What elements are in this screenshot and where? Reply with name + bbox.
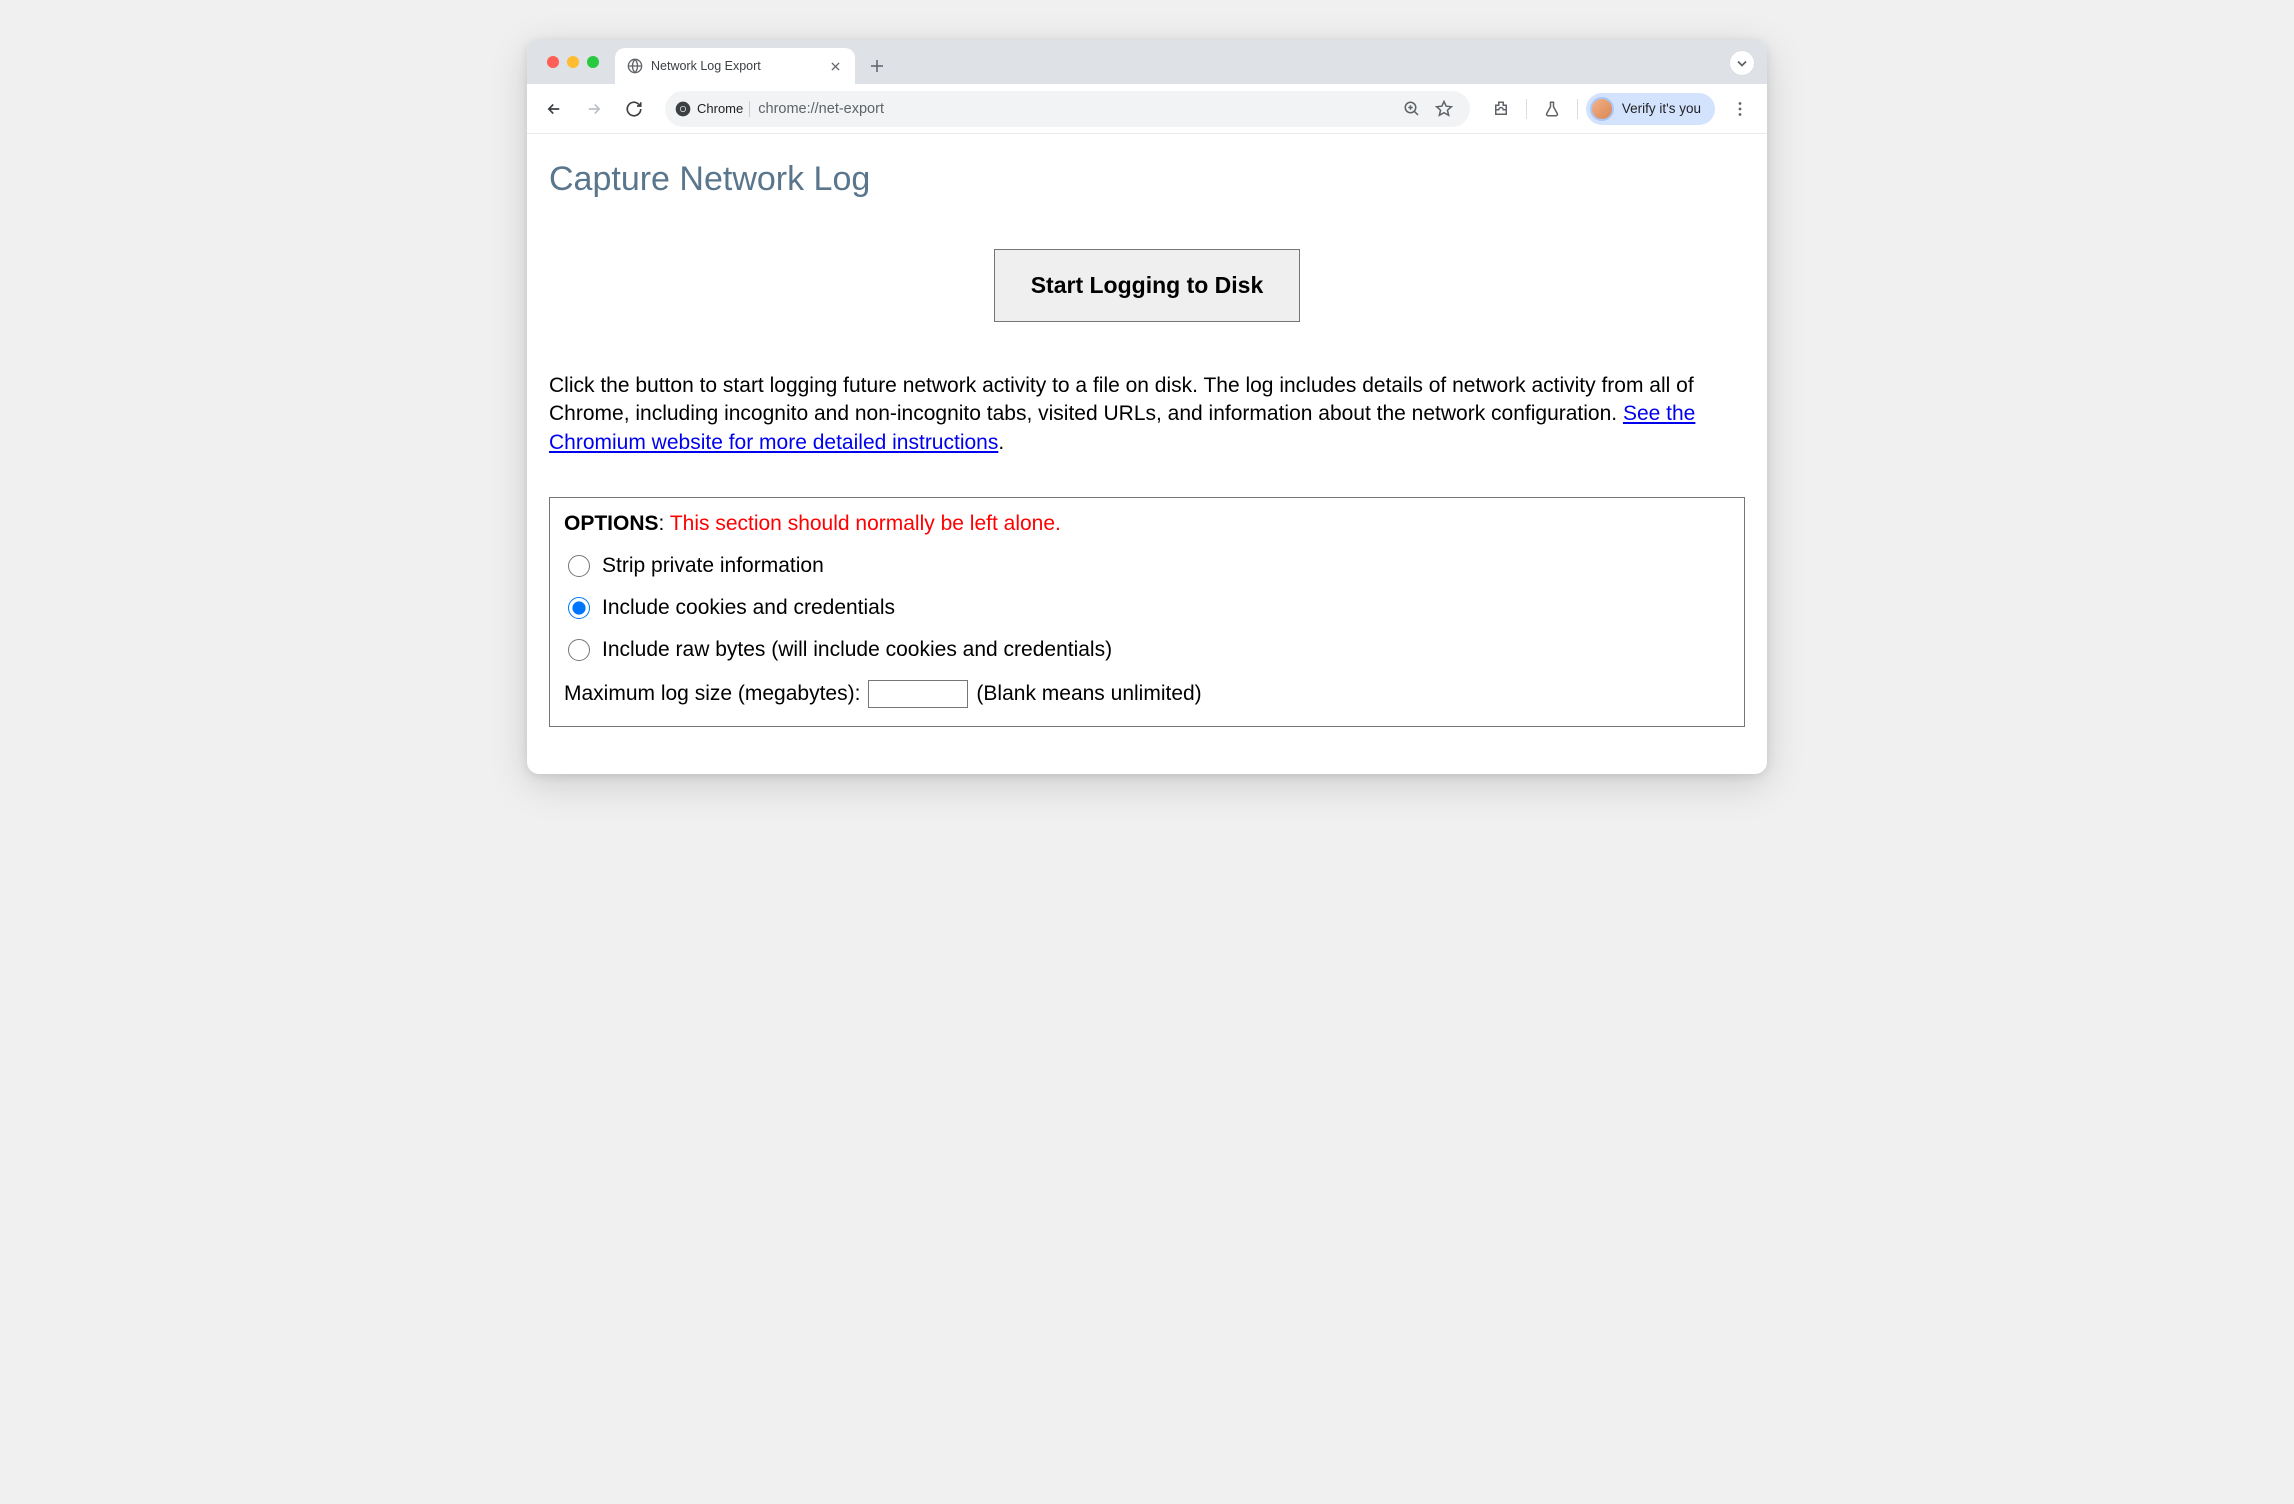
page-title: Capture Network Log xyxy=(549,160,1745,199)
menu-button[interactable] xyxy=(1723,92,1757,126)
chrome-icon xyxy=(675,101,691,117)
page-content: Capture Network Log Start Logging to Dis… xyxy=(527,134,1767,774)
tabs-dropdown-button[interactable] xyxy=(1729,50,1755,76)
radio-label: Include cookies and credentials xyxy=(602,596,895,620)
radio-input-include-raw-bytes[interactable] xyxy=(568,639,590,661)
profile-verify-chip[interactable]: Verify it's you xyxy=(1586,93,1715,125)
max-size-label: Maximum log size (megabytes): xyxy=(564,682,860,706)
max-size-hint: (Blank means unlimited) xyxy=(976,682,1201,706)
avatar xyxy=(1590,97,1614,121)
radio-label: Strip private information xyxy=(602,554,824,578)
reload-button[interactable] xyxy=(617,92,651,126)
max-log-size-row: Maximum log size (megabytes): (Blank mea… xyxy=(564,680,1730,708)
options-header: OPTIONS: This section should normally be… xyxy=(564,512,1730,536)
radio-include-raw-bytes[interactable]: Include raw bytes (will include cookies … xyxy=(564,638,1730,662)
globe-icon xyxy=(627,58,643,74)
options-label: OPTIONS xyxy=(564,512,659,535)
browser-tab[interactable]: Network Log Export xyxy=(615,48,855,84)
description-text: Click the button to start logging future… xyxy=(549,372,1745,457)
verify-label: Verify it's you xyxy=(1622,101,1701,116)
toolbar-divider xyxy=(1526,99,1527,119)
url-text: chrome://net-export xyxy=(758,101,1390,117)
options-warning: This section should normally be left alo… xyxy=(670,512,1061,535)
radio-input-strip-private[interactable] xyxy=(568,555,590,577)
tab-bar: Network Log Export xyxy=(527,40,1767,84)
back-button[interactable] xyxy=(537,92,571,126)
maximize-window-button[interactable] xyxy=(587,56,599,68)
radio-strip-private[interactable]: Strip private information xyxy=(564,554,1730,578)
address-bar[interactable]: Chrome chrome://net-export xyxy=(665,91,1470,127)
options-box: OPTIONS: This section should normally be… xyxy=(549,497,1745,727)
chrome-label: Chrome xyxy=(697,101,743,116)
forward-button[interactable] xyxy=(577,92,611,126)
toolbar-divider xyxy=(1577,99,1578,119)
radio-label: Include raw bytes (will include cookies … xyxy=(602,638,1112,662)
tab-title: Network Log Export xyxy=(651,59,819,73)
site-info-chip[interactable]: Chrome xyxy=(675,101,750,117)
new-tab-button[interactable] xyxy=(863,52,891,80)
max-size-input[interactable] xyxy=(868,680,968,708)
labs-button[interactable] xyxy=(1535,92,1569,126)
browser-toolbar: Chrome chrome://net-export xyxy=(527,84,1767,134)
close-tab-button[interactable] xyxy=(827,58,843,74)
start-logging-button[interactable]: Start Logging to Disk xyxy=(994,249,1301,322)
description-after: . xyxy=(998,431,1004,454)
zoom-icon[interactable] xyxy=(1398,95,1426,123)
radio-include-cookies[interactable]: Include cookies and credentials xyxy=(564,596,1730,620)
minimize-window-button[interactable] xyxy=(567,56,579,68)
close-window-button[interactable] xyxy=(547,56,559,68)
radio-input-include-cookies[interactable] xyxy=(568,597,590,619)
description-before: Click the button to start logging future… xyxy=(549,374,1694,425)
window-controls xyxy=(539,40,607,84)
bookmark-star-icon[interactable] xyxy=(1430,95,1458,123)
browser-window: Network Log Export xyxy=(527,40,1767,774)
extensions-button[interactable] xyxy=(1484,92,1518,126)
